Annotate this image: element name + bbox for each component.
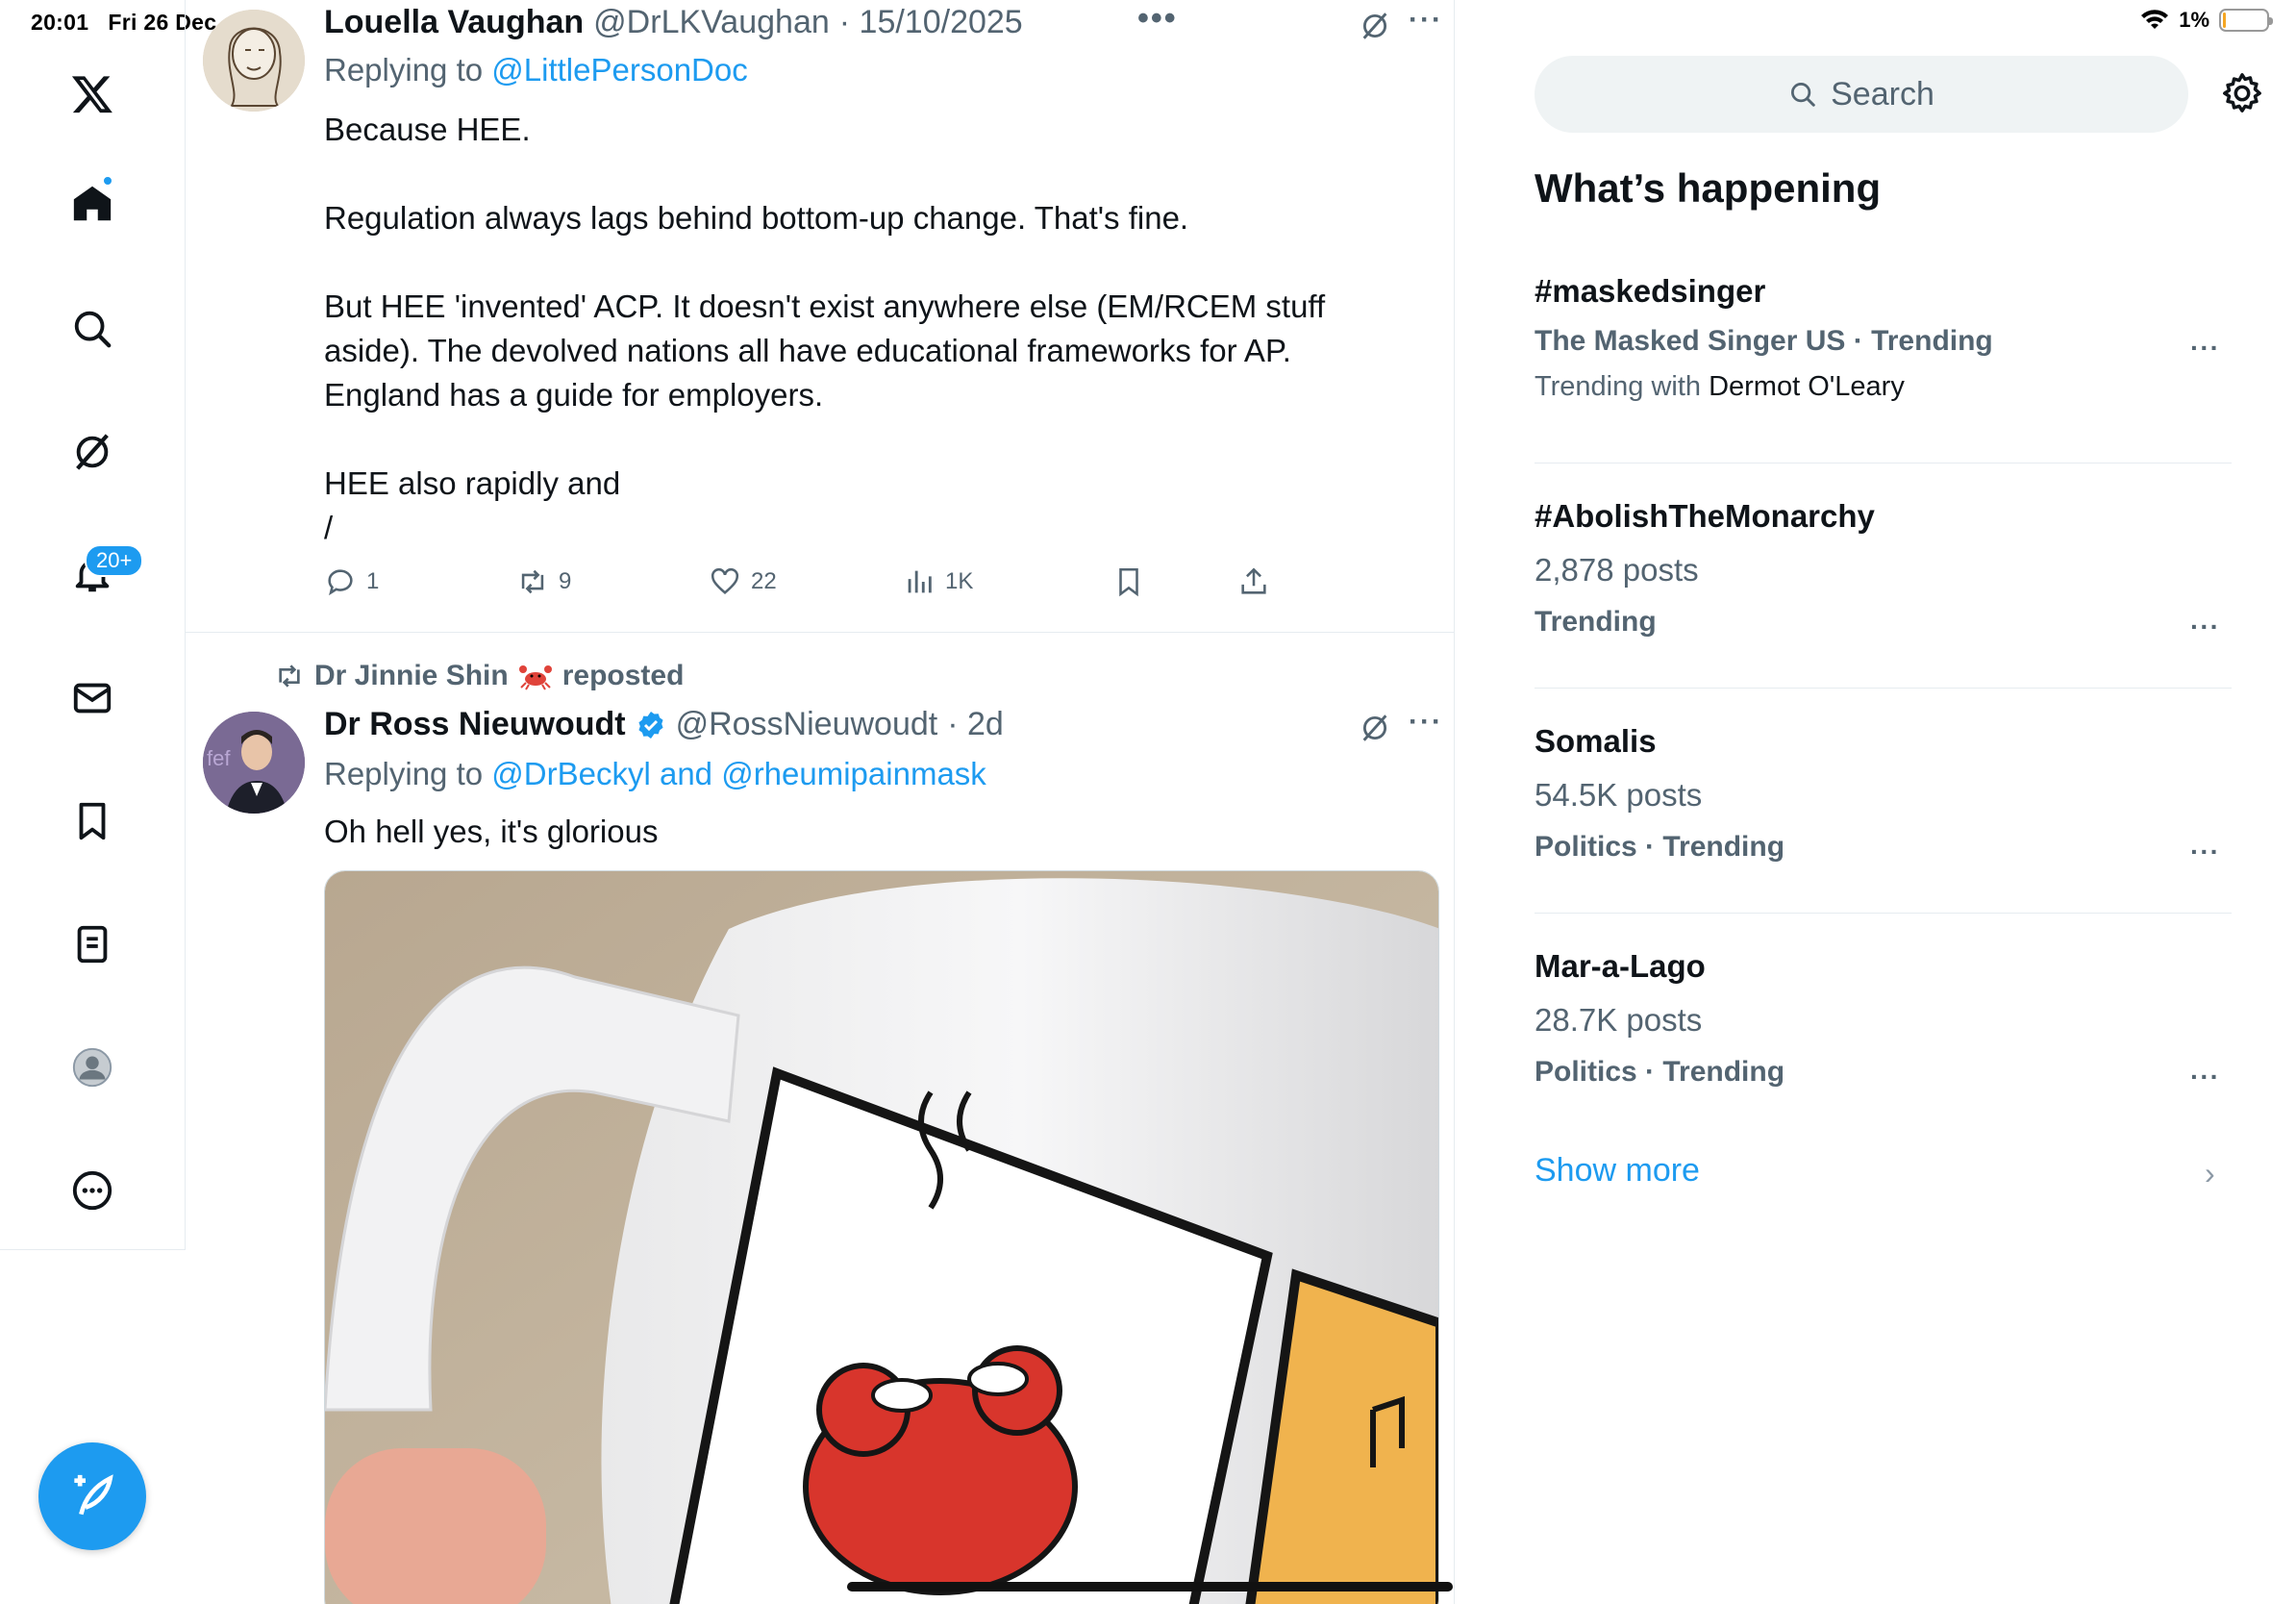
bookmark-button[interactable] [1112, 565, 1145, 598]
home-unread-dot [102, 175, 113, 187]
trend-meta: Politics · Trending [1535, 831, 1785, 863]
reply-to-link[interactable]: @LittlePersonDoc [491, 52, 747, 88]
show-more-link[interactable]: Show more [1535, 1152, 1700, 1190]
reply-icon [328, 569, 353, 596]
tweet-text: Because HEE. Regulation always lags behi… [324, 112, 1326, 545]
tweet-more-icon[interactable]: ··· [1409, 4, 1443, 37]
tweet-header: Dr Ross Nieuwoudt @RossNieuwoudt · 2d [324, 706, 1004, 743]
tweet-actions: 1 9 22 1K [324, 565, 1285, 604]
grok-icon[interactable] [62, 421, 123, 483]
trend-title: Mar-a-Lago [1535, 948, 1706, 984]
author-name[interactable]: Louella Vaughan [324, 4, 584, 41]
repost-icon [521, 569, 544, 594]
crab-emoji-icon [518, 665, 552, 690]
compose-post-button[interactable] [38, 1442, 146, 1550]
messages-envelope-icon[interactable] [62, 667, 123, 729]
right-sidebar: Search What’s happening #maskedsinger Th… [1455, 0, 2296, 1604]
mug-photo-image [325, 871, 1438, 1604]
lists-icon[interactable] [62, 914, 123, 975]
bookmark-icon [1119, 567, 1138, 597]
reposter-name[interactable]: Dr Jinnie Shin [314, 660, 509, 692]
author-handle[interactable]: @RossNieuwoudt [676, 706, 938, 743]
trend-posts: 54.5K posts [1535, 777, 1703, 813]
repost-icon [279, 664, 300, 688]
timeline-feed: Louella Vaughan @DrLKVaughan · 15/10/202… [186, 0, 1455, 1604]
trend-with: Trending with Dermot O'Leary [1535, 371, 1905, 402]
trend-title: #maskedsinger [1535, 273, 1766, 309]
heart-icon [711, 567, 739, 595]
replying-to: Replying to @DrBeckyl and @rheumipainmas… [324, 756, 986, 791]
search-input[interactable]: Search [1535, 56, 2188, 133]
trend-posts: 2,878 posts [1535, 552, 1699, 588]
bookmarks-icon[interactable] [62, 790, 123, 852]
like-button[interactable]: 22 [709, 565, 777, 598]
author-handle[interactable]: @DrLKVaughan [593, 4, 830, 41]
tweet[interactable]: Louella Vaughan @DrLKVaughan · 15/10/202… [186, 0, 1454, 633]
trend-item[interactable]: #maskedsinger The Masked Singer US · Tre… [1535, 273, 2232, 464]
trend-meta: The Masked Singer US · Trending [1535, 325, 1993, 357]
home-icon[interactable] [62, 173, 123, 235]
trend-item[interactable]: Somalis 54.5K posts Politics · Trending … [1535, 723, 2232, 914]
replying-to: Replying to @LittlePersonDoc [324, 52, 748, 88]
reposted-by: Dr Jinnie Shin reposted [274, 660, 684, 692]
tweet-header: Louella Vaughan @DrLKVaughan · 15/10/202… [324, 4, 1023, 41]
grok-explain-icon[interactable] [1359, 712, 1391, 744]
trend-more-icon[interactable]: ··· [2190, 612, 2220, 642]
trend-item[interactable]: Mar-a-Lago 28.7K posts Politics · Trendi… [1535, 948, 2232, 1092]
tweet-text: Oh hell yes, it's glorious [324, 814, 659, 849]
trend-meta: Politics · Trending [1535, 1056, 1785, 1088]
tweet-media-image[interactable] [324, 870, 1439, 1604]
reply-button[interactable]: 1 [324, 565, 379, 598]
share-icon [1241, 567, 1266, 594]
tweet-more-icon[interactable]: ··· [1409, 706, 1443, 739]
trend-item[interactable]: #AbolishTheMonarchy 2,878 posts Trending… [1535, 498, 2232, 689]
reply-to-link[interactable]: @DrBeckyl and @rheumipainmask [491, 756, 986, 791]
author-avatar[interactable]: fef [203, 712, 305, 814]
whats-happening-title: What’s happening [1535, 165, 1882, 211]
author-avatar[interactable] [203, 10, 305, 112]
tweet-date[interactable]: · 2d [947, 706, 1004, 743]
analytics-icon [908, 570, 932, 593]
more-options-icon[interactable] [62, 1160, 123, 1221]
trend-title: #AbolishTheMonarchy [1535, 498, 1875, 534]
x-logo-icon[interactable] [62, 63, 123, 125]
author-name[interactable]: Dr Ross Nieuwoudt [324, 706, 626, 743]
verified-badge-icon [638, 711, 663, 739]
trend-meta: Trending [1535, 606, 1657, 638]
views-button[interactable]: 1K [903, 565, 973, 598]
feather-plus-icon [74, 1474, 113, 1516]
repost-button[interactable]: 9 [516, 565, 571, 598]
settings-gear-icon[interactable] [2220, 71, 2264, 115]
video-more-dots-icon[interactable]: ••• [1137, 0, 1178, 38]
trend-more-icon[interactable]: ··· [2190, 333, 2220, 363]
home-indicator[interactable] [847, 1582, 1453, 1591]
trend-posts: 28.7K posts [1535, 1002, 1703, 1038]
trend-title: Somalis [1535, 723, 1657, 759]
profile-avatar-icon[interactable] [62, 1037, 123, 1098]
trend-more-icon[interactable]: ··· [2190, 837, 2220, 867]
notifications-badge: 20+ [85, 544, 144, 577]
share-button[interactable] [1237, 565, 1270, 598]
tweet-date[interactable]: · 15/10/2025 [839, 4, 1023, 41]
grok-explain-icon[interactable] [1359, 10, 1391, 42]
trend-more-icon[interactable]: ··· [2190, 1062, 2220, 1092]
search-icon [1791, 83, 1815, 107]
explore-search-icon[interactable] [62, 298, 123, 360]
svg-text:fef: fef [207, 746, 231, 770]
chevron-right-icon[interactable]: › [2205, 1156, 2215, 1191]
left-nav: 20+ [0, 0, 186, 1250]
